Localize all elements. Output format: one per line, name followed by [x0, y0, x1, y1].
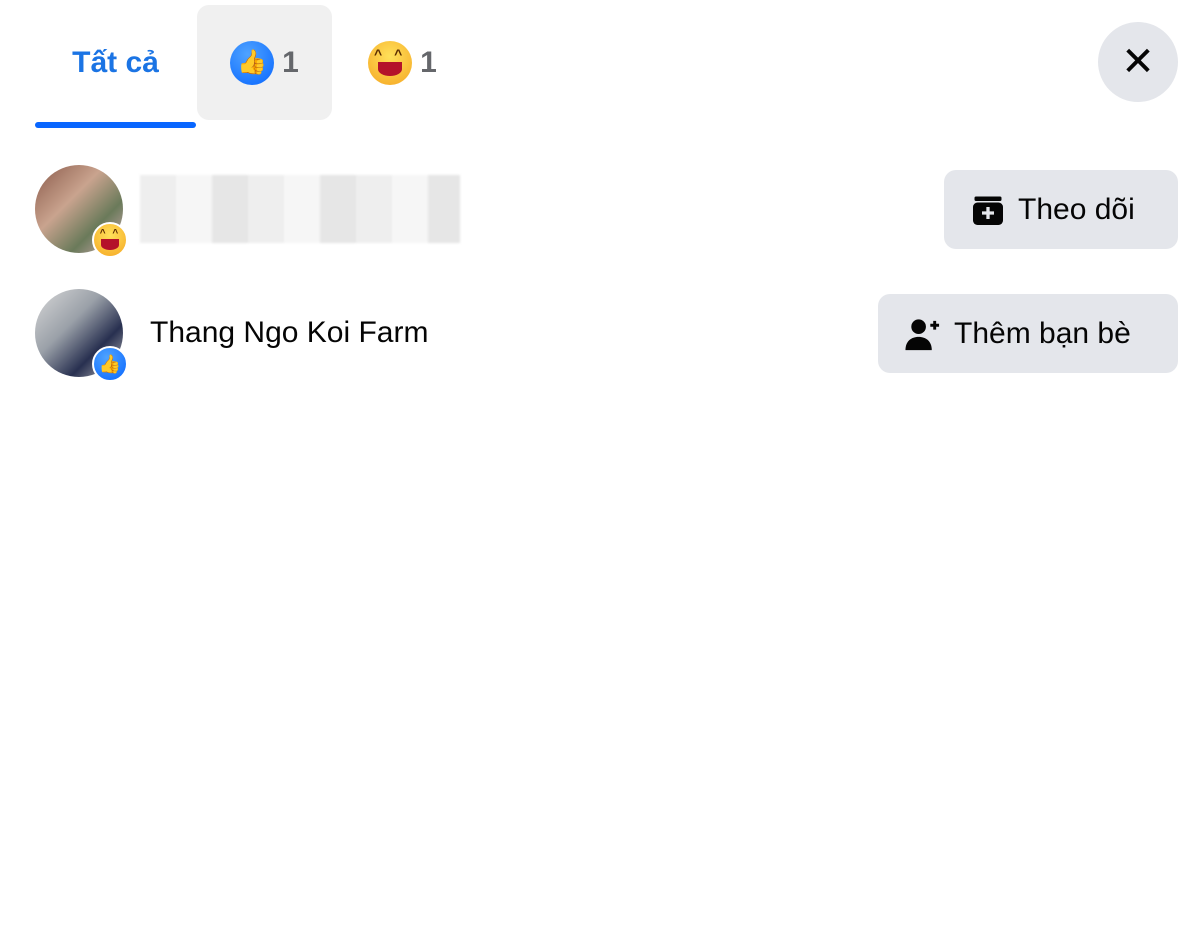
add-friend-label: Thêm bạn bè	[954, 316, 1131, 350]
tab-all-label: Tất cả	[72, 45, 159, 79]
add-friend-button[interactable]: Thêm bạn bè	[878, 294, 1178, 373]
like-reaction-icon: 👍	[92, 346, 128, 382]
close-button[interactable]: ✕	[1098, 22, 1178, 102]
active-tab-indicator	[35, 122, 196, 128]
list-item: Theo dõi	[35, 165, 1178, 258]
like-reaction-icon: 👍	[230, 40, 275, 85]
tab-haha[interactable]: 1	[345, 5, 460, 120]
haha-reaction-icon	[92, 222, 128, 258]
add-friend-icon	[905, 318, 940, 350]
tab-like[interactable]: 👍 1	[197, 5, 332, 120]
list-item: 👍 Thang Ngo Koi Farm Thêm bạn bè	[35, 289, 1178, 382]
haha-reaction-icon	[368, 40, 413, 85]
haha-count: 1	[420, 45, 437, 79]
tab-all[interactable]: Tất cả	[35, 5, 196, 120]
follow-icon	[973, 196, 1003, 225]
follow-button[interactable]: Theo dõi	[944, 170, 1178, 249]
blurred-name	[140, 175, 460, 243]
like-count: 1	[282, 45, 299, 79]
follow-label: Theo dõi	[1018, 192, 1135, 226]
person-name[interactable]: Thang Ngo Koi Farm	[150, 289, 428, 377]
close-icon: ✕	[1121, 40, 1155, 84]
